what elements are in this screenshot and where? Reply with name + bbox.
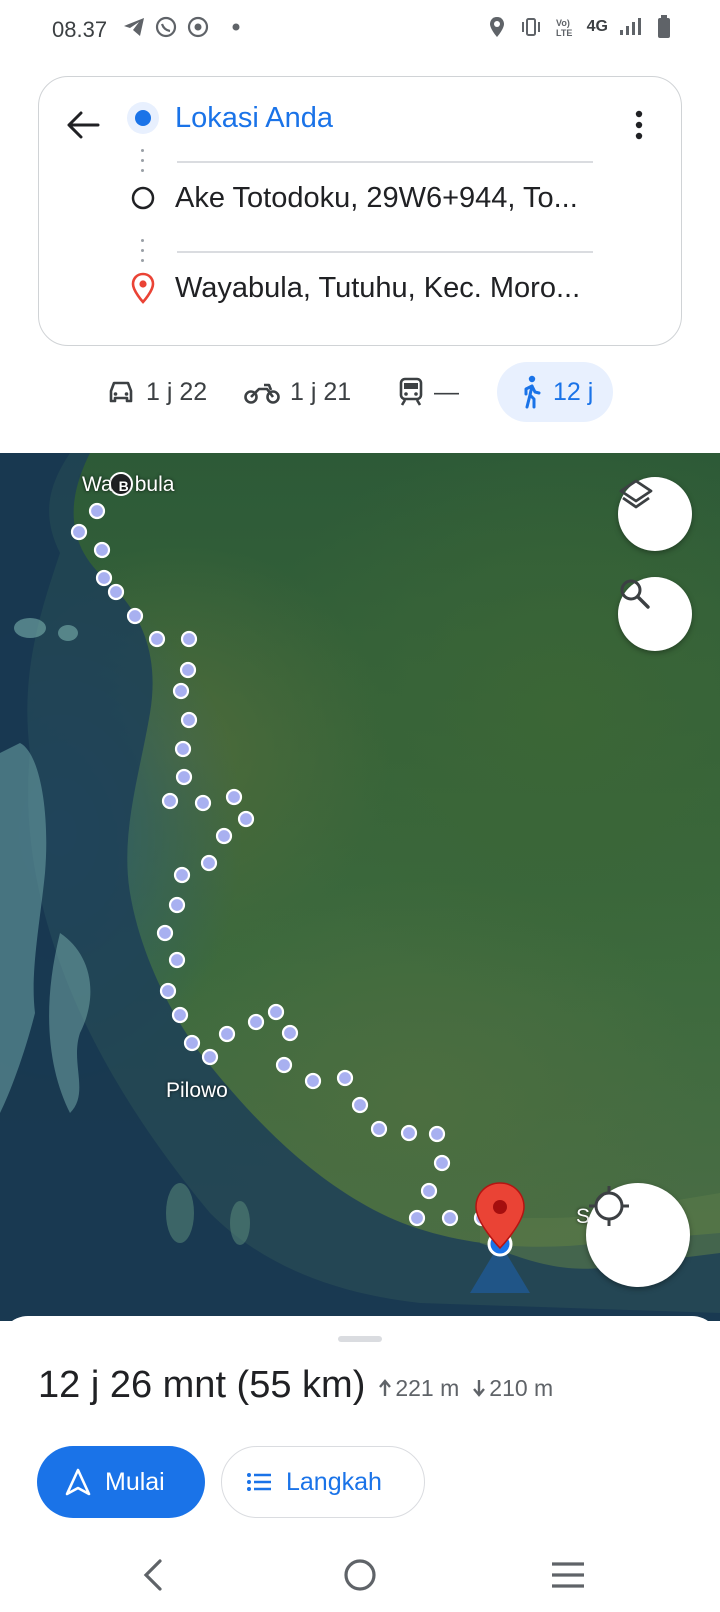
drag-handle[interactable] <box>338 1336 382 1342</box>
navigation-arrow-icon <box>65 1468 91 1496</box>
waypoint-circle-icon <box>123 178 163 218</box>
signal-icon <box>618 14 642 40</box>
start-button[interactable]: Mulai <box>37 1446 205 1518</box>
car-icon <box>109 381 133 403</box>
steps-button[interactable]: Langkah <box>221 1446 425 1518</box>
route-connector <box>141 239 145 262</box>
system-nav-bar <box>0 1540 720 1612</box>
nav-home-button[interactable] <box>337 1552 383 1598</box>
walk-duration: 12 j <box>553 377 594 406</box>
location-icon <box>485 14 509 40</box>
arrow-down-icon <box>473 1380 486 1397</box>
tab-car[interactable]: 1 j 22 <box>106 362 207 422</box>
travel-mode-tabs: 1 j 22 1 j 21 — 12 j <box>0 362 720 426</box>
current-location-icon <box>123 98 163 138</box>
list-icon <box>247 1473 271 1491</box>
search-button[interactable] <box>618 577 692 651</box>
crosshair-icon <box>589 1186 629 1226</box>
layers-icon <box>619 479 653 509</box>
more-options-button[interactable] <box>619 103 659 147</box>
chrome-icon <box>186 14 210 40</box>
layers-button[interactable] <box>618 477 692 551</box>
destination-text: Wayabula, Tutuhu, Kec. Moro... <box>175 271 581 304</box>
telegram-icon <box>122 14 146 40</box>
origin-text: Lokasi Anda <box>175 101 334 134</box>
svg-text:LTE: LTE <box>556 28 572 38</box>
volte-icon: Vo) LTE <box>553 14 577 40</box>
divider <box>177 161 593 163</box>
car-duration: 1 j 22 <box>146 377 208 406</box>
start-label: Mulai <box>105 1467 165 1496</box>
train-icon <box>399 377 423 406</box>
tab-transit[interactable]: — <box>398 362 459 422</box>
walk-icon <box>524 375 541 409</box>
origin-field[interactable]: Lokasi Anda <box>123 91 603 145</box>
destination-pin-icon <box>123 268 163 308</box>
whatsapp-icon <box>154 14 178 40</box>
destination-field[interactable]: Wayabula, Tutuhu, Kec. Moro... <box>123 261 603 315</box>
arrow-up-icon <box>379 1379 392 1396</box>
arrow-left-icon <box>67 111 100 139</box>
nav-back-button[interactable] <box>130 1552 176 1598</box>
network-type: 4G <box>586 18 608 35</box>
nav-recents-button[interactable] <box>545 1552 591 1598</box>
status-bar: 08.37 Vo) LTE 4G <box>0 0 720 62</box>
descent: 210 m <box>473 1375 553 1402</box>
battery-icon <box>652 14 676 40</box>
more-vertical-icon <box>635 110 643 140</box>
endpoint-b-marker: B <box>118 478 129 494</box>
waypoint-field[interactable]: Ake Totodoku, 29W6+944, To... <box>123 171 603 225</box>
tab-walk[interactable]: 12 j <box>497 362 614 422</box>
my-location-button[interactable] <box>586 1183 690 1287</box>
transit-duration: — <box>434 377 459 406</box>
divider <box>177 251 593 253</box>
tab-motorcycle[interactable]: 1 j 21 <box>244 362 351 422</box>
map-label-wayabula: Wa Bbula <box>82 473 175 496</box>
status-time: 08.37 <box>52 17 108 42</box>
map-view[interactable]: Wa Bbula Pilowo S <box>0 453 720 1321</box>
duration-distance: 12 j 26 mnt (55 km) <box>38 1364 366 1406</box>
chevron-left-icon <box>143 1559 162 1591</box>
route-summary: 12 j 26 mnt (55 km) 221 m 210 m <box>38 1364 553 1407</box>
svg-text:Vo): Vo) <box>556 18 570 28</box>
vibrate-icon <box>519 14 543 40</box>
menu-icon <box>552 1562 584 1588</box>
back-button[interactable] <box>63 105 103 145</box>
route-connector <box>141 149 145 172</box>
ascent: 221 m <box>379 1375 459 1402</box>
motorcycle-duration: 1 j 21 <box>290 377 352 406</box>
map-label-pilowo: Pilowo <box>166 1079 228 1102</box>
motorcycle-icon <box>244 383 280 404</box>
search-icon <box>620 579 650 609</box>
home-circle-icon <box>344 1559 376 1591</box>
directions-card: Lokasi Anda Ake Totodoku, 29W6+944, To..… <box>38 76 682 346</box>
steps-label: Langkah <box>286 1467 382 1496</box>
notification-dot-icon <box>218 14 242 40</box>
waypoint-text: Ake Totodoku, 29W6+944, To... <box>175 181 578 214</box>
